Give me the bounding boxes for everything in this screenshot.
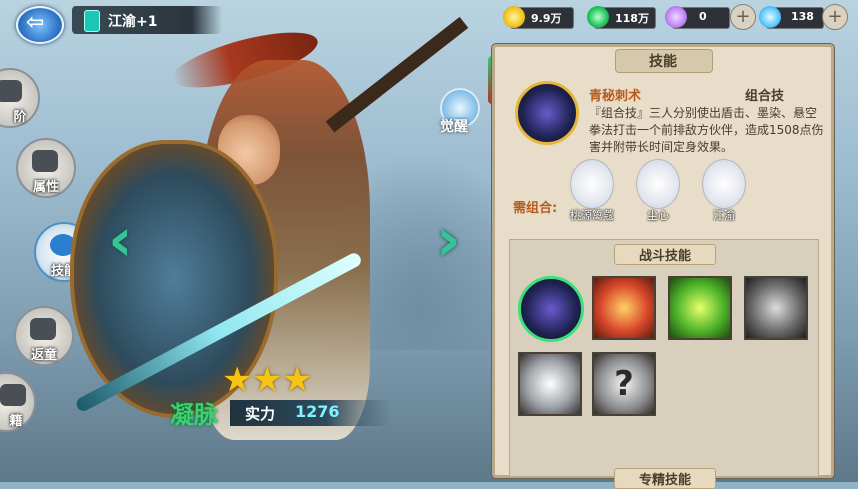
battle-skills-section: 战斗技能 ? 专精技能 (509, 239, 819, 489)
prev-hero-arrow-icon[interactable]: ‹ (108, 210, 133, 270)
hero-avatar (702, 159, 746, 209)
skill-name: 青秘刺术 (589, 89, 642, 104)
awaken-label: 觉醒 (440, 119, 468, 135)
diamond-icon (759, 6, 781, 28)
sidebar-item-label: 阶 (13, 110, 27, 125)
next-hero-arrow-icon[interactable]: › (436, 210, 461, 270)
combo-label: 需组合: (513, 201, 558, 216)
gold-resource: 9.9万 (503, 6, 574, 29)
combo-skill-slot[interactable] (518, 276, 584, 342)
combo-hero-name: 尘心 (647, 209, 669, 222)
back-arrow-icon: ⇦ (26, 10, 45, 35)
book-icon (0, 384, 26, 406)
gold-value: 9.9万 (531, 12, 562, 25)
sidebar-item-label: 返童 (30, 348, 57, 363)
back-button[interactable]: ⇦ (16, 6, 64, 44)
star-icon: ★ (222, 360, 253, 400)
add-diamond-button[interactable]: + (822, 4, 848, 30)
combo-hero-name: 桃源篱蔻 (570, 209, 614, 222)
dark-armor-icon[interactable] (744, 276, 808, 340)
gold-coin-icon (503, 6, 525, 28)
add-orb-button[interactable]: + (730, 4, 756, 30)
attributes-icon (32, 150, 58, 172)
shield-bash-icon[interactable] (592, 276, 656, 340)
skill-description: 『组合技』三人分别使出盾击、墨染、悬空拳法打击一个前排敌方伙伴，造成1508点伤… (589, 106, 824, 154)
skill-type: 组合技 (745, 89, 785, 104)
sidebar-item-label: 籍 (9, 414, 23, 429)
jade-resource: 118万 (587, 6, 656, 29)
combo-hero-1[interactable]: 桃源篱蔻 (565, 159, 619, 223)
orb-value: 0 (699, 10, 707, 23)
combo-hero-2[interactable]: 尘心 (631, 159, 685, 223)
orb-resource: 0 (665, 6, 730, 29)
rank-badge: 凝脉 (170, 401, 218, 429)
diamond-resource: 138 (759, 6, 824, 29)
star-icon: ★ (282, 360, 313, 400)
combo-hero-name: 江渝 (713, 209, 735, 222)
green-warrior-icon[interactable] (668, 276, 732, 340)
sidebar-item-rebirth[interactable]: 返童 (14, 306, 74, 366)
sidebar-item-label: 属性 (32, 180, 59, 195)
rebirth-icon (30, 318, 56, 340)
hero-name-tag: 江渝+1 (72, 6, 222, 34)
battle-skills-title: 战斗技能 (614, 244, 716, 265)
power-bar: 实力 1276 (230, 400, 390, 426)
power-label: 实力 (245, 405, 276, 423)
question-mark-icon[interactable]: ? (592, 352, 656, 416)
jade-gem-icon (84, 10, 100, 32)
star-icon: ★ (252, 360, 283, 400)
skills-panel: 技能 青秘刺术 组合技 『组合技』三人分别使出盾击、墨染、悬空拳法打击一个前排敌… (492, 44, 834, 489)
combo-hero-3[interactable]: 江渝 (697, 159, 751, 223)
sidebar-item-attributes[interactable]: 属性 (16, 138, 76, 198)
jade-value: 118万 (615, 12, 649, 25)
hero-avatar (570, 159, 614, 209)
combo-skill-icon[interactable] (515, 81, 579, 145)
hero-name-label: 江渝+1 (108, 14, 158, 30)
diamond-value: 138 (791, 10, 814, 23)
rank-icon (0, 80, 22, 102)
jade-icon (587, 6, 609, 28)
purple-orb-icon (665, 6, 687, 28)
specialty-skills-title: 专精技能 (614, 468, 716, 489)
power-value: 1276 (295, 402, 340, 421)
panel-title: 技能 (649, 54, 677, 70)
silver-shield-icon[interactable] (518, 352, 582, 416)
hero-avatar (636, 159, 680, 209)
